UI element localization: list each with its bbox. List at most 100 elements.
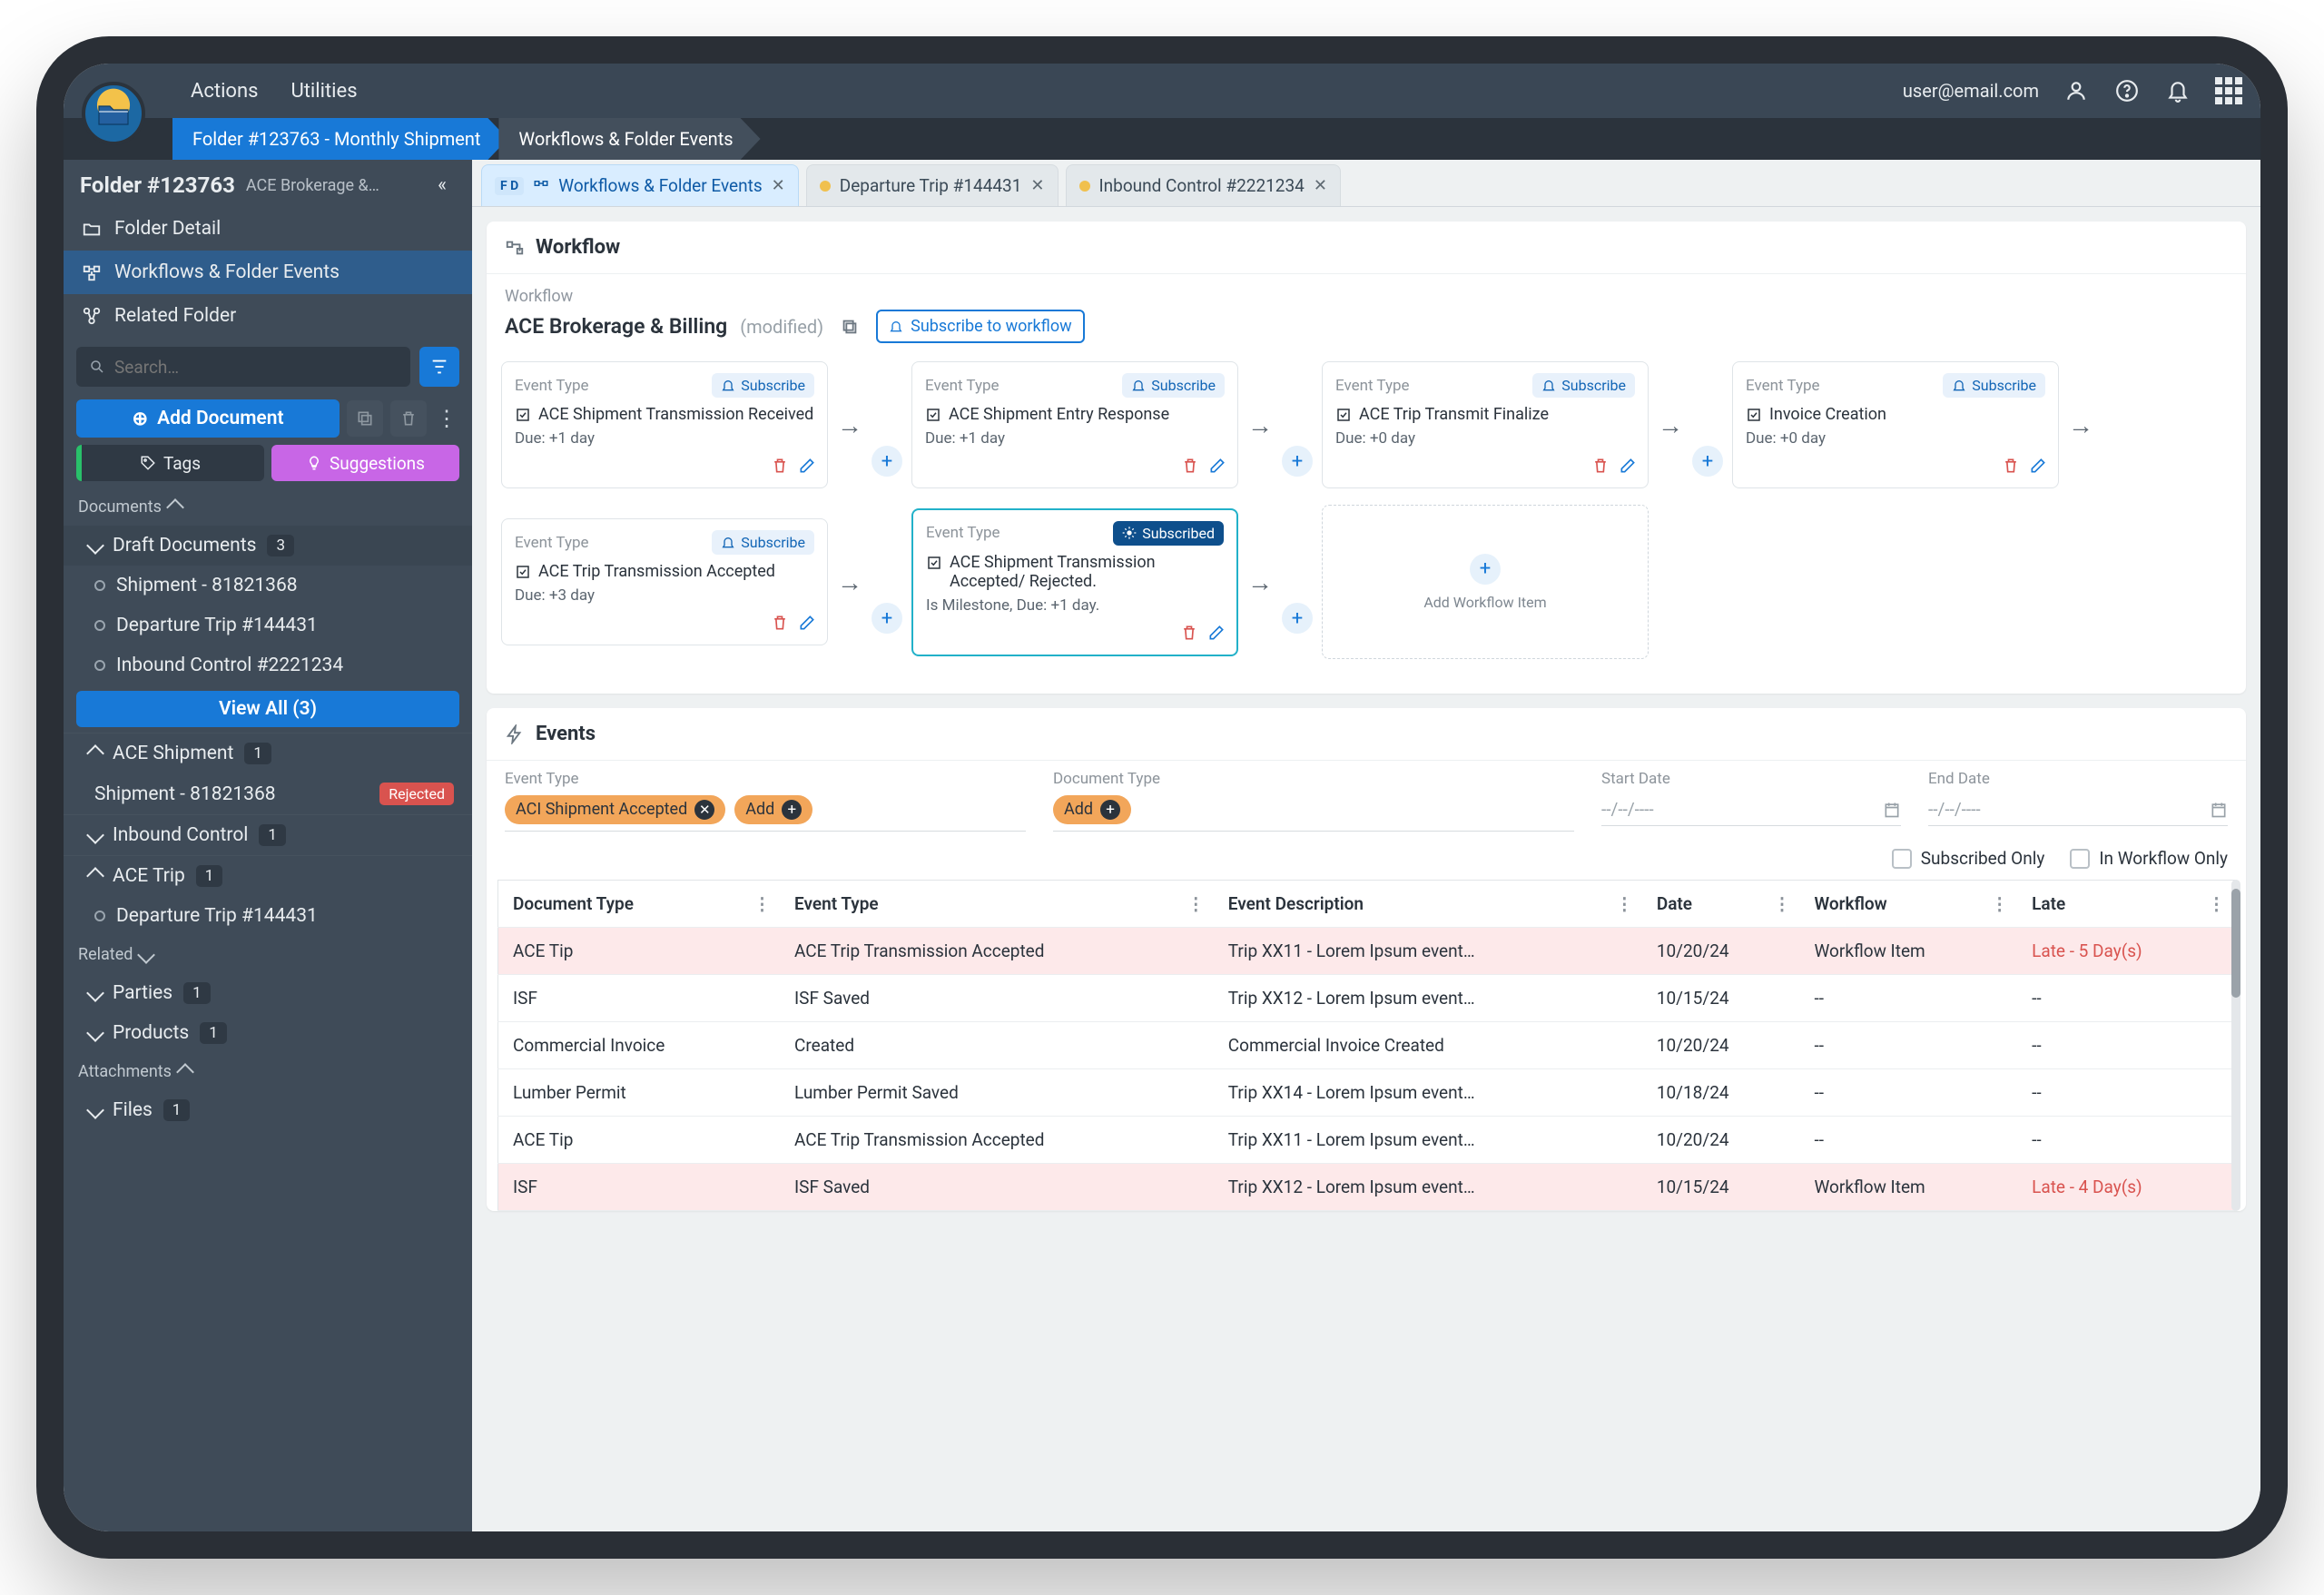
menu-actions[interactable]: Actions xyxy=(191,80,258,103)
attachments-files[interactable]: Files1 xyxy=(64,1090,472,1130)
subscribe-button[interactable]: Subscribe xyxy=(1122,373,1225,398)
group-item[interactable]: Departure Trip #144431 xyxy=(64,896,472,936)
subscribe-button[interactable]: Subscribe xyxy=(1943,373,2045,398)
menu-utilities[interactable]: Utilities xyxy=(290,80,357,103)
add-filter-chip[interactable]: Add + xyxy=(734,795,812,824)
delete-card-button[interactable] xyxy=(1181,457,1199,478)
related-products[interactable]: Products1 xyxy=(64,1013,472,1053)
column-menu-icon[interactable]: ⋮ xyxy=(1187,893,1205,914)
column-menu-icon[interactable]: ⋮ xyxy=(2208,893,2225,914)
remove-chip-icon[interactable]: ✕ xyxy=(694,800,714,820)
tab-workflows[interactable]: F D Workflows & Folder Events ✕ xyxy=(481,164,799,206)
in-workflow-only-checkbox[interactable]: In Workflow Only xyxy=(2070,848,2228,869)
workflow-card[interactable]: Event TypeSubscribeACE Shipment Transmis… xyxy=(501,361,828,488)
insert-step-button[interactable]: + xyxy=(872,603,902,634)
nav-folder-detail[interactable]: Folder Detail xyxy=(64,207,472,251)
attachments-header[interactable]: Attachments xyxy=(64,1053,472,1090)
column-menu-icon[interactable]: ⋮ xyxy=(1773,893,1790,914)
collapse-sidebar-icon[interactable]: « xyxy=(428,174,456,196)
search-input[interactable] xyxy=(114,357,398,378)
table-row[interactable]: ISFISF SavedTrip XX12 - Lorem Ipsum even… xyxy=(498,1164,2235,1211)
user-icon[interactable] xyxy=(2063,77,2090,104)
subscribed-only-checkbox[interactable]: Subscribed Only xyxy=(1892,848,2045,869)
table-header[interactable]: Event Type⋮ xyxy=(780,881,1214,928)
more-button[interactable]: ⋮ xyxy=(434,406,459,431)
group-ace-shipment[interactable]: ACE Shipment 1 xyxy=(64,733,472,773)
table-row[interactable]: ACE TipACE Trip Transmission AcceptedTri… xyxy=(498,1117,2235,1164)
column-menu-icon[interactable]: ⋮ xyxy=(753,893,771,914)
app-logo[interactable] xyxy=(82,82,145,145)
start-date-input[interactable]: --/--/---- xyxy=(1601,793,1901,826)
add-workflow-item[interactable]: +Add Workflow Item xyxy=(1322,505,1649,659)
subscribed-badge[interactable]: Subscribed xyxy=(1113,521,1224,546)
close-icon[interactable]: ✕ xyxy=(772,176,785,195)
subscribe-button[interactable]: Subscribe xyxy=(712,530,814,555)
delete-card-button[interactable] xyxy=(771,457,789,478)
group-item[interactable]: Shipment - 81821368 Rejected xyxy=(64,773,472,814)
subscribe-button[interactable]: Subscribe xyxy=(1532,373,1635,398)
scrollbar[interactable] xyxy=(2231,880,2240,1211)
scrollbar-thumb[interactable] xyxy=(2231,889,2240,998)
search-input-wrap[interactable] xyxy=(76,347,410,387)
delete-card-button[interactable] xyxy=(2002,457,2020,478)
edit-card-button[interactable] xyxy=(1208,457,1226,478)
insert-step-button[interactable]: + xyxy=(872,446,902,477)
delete-card-button[interactable] xyxy=(1591,457,1610,478)
table-row[interactable]: ACE TipACE Trip Transmission AcceptedTri… xyxy=(498,928,2235,975)
bell-icon[interactable] xyxy=(2164,77,2191,104)
tab-departure-trip[interactable]: Departure Trip #144431 ✕ xyxy=(806,164,1059,206)
insert-step-button[interactable]: + xyxy=(1282,603,1313,634)
copy-workflow-button[interactable] xyxy=(836,313,863,340)
group-ace-trip[interactable]: ACE Trip 1 xyxy=(64,855,472,896)
nav-workflows[interactable]: Workflows & Folder Events xyxy=(64,251,472,294)
edit-card-button[interactable] xyxy=(1207,624,1226,645)
edit-card-button[interactable] xyxy=(798,457,816,478)
crumb-folder[interactable]: Folder #123763 - Monthly Shipment xyxy=(172,118,507,160)
draft-item[interactable]: Departure Trip #144431 xyxy=(64,606,472,645)
workflow-card[interactable]: Event TypeSubscribeACE Trip Transmit Fin… xyxy=(1322,361,1649,488)
documents-header[interactable]: Documents xyxy=(64,488,472,526)
end-date-input[interactable]: --/--/---- xyxy=(1928,793,2228,826)
workflow-card[interactable]: Event TypeSubscribedACE Shipment Transmi… xyxy=(911,508,1238,656)
insert-step-button[interactable]: + xyxy=(1692,446,1723,477)
table-header[interactable]: Date⋮ xyxy=(1642,881,1800,928)
workflow-card[interactable]: Event TypeSubscribeACE Trip Transmission… xyxy=(501,518,828,645)
crumb-workflows[interactable]: Workflows & Folder Events xyxy=(498,118,760,160)
apps-icon[interactable] xyxy=(2215,77,2242,104)
delete-button[interactable] xyxy=(390,400,427,437)
subscribe-workflow-button[interactable]: Subscribe to workflow xyxy=(876,310,1085,343)
group-inbound-control[interactable]: Inbound Control 1 xyxy=(64,814,472,855)
table-header[interactable]: Workflow⋮ xyxy=(1799,881,2017,928)
filter-button[interactable] xyxy=(419,347,459,387)
related-header[interactable]: Related xyxy=(64,936,472,973)
draft-item[interactable]: Shipment - 81821368 xyxy=(64,566,472,606)
table-header[interactable]: Document Type⋮ xyxy=(498,881,781,928)
table-row[interactable]: Lumber PermitLumber Permit SavedTrip XX1… xyxy=(498,1069,2235,1117)
add-filter-chip[interactable]: Add + xyxy=(1053,795,1131,824)
related-parties[interactable]: Parties1 xyxy=(64,973,472,1013)
column-menu-icon[interactable]: ⋮ xyxy=(1991,893,2008,914)
draft-documents-group[interactable]: Draft Documents 3 xyxy=(64,526,472,566)
close-icon[interactable]: ✕ xyxy=(1030,176,1044,195)
table-header[interactable]: Event Description⋮ xyxy=(1214,881,1642,928)
insert-step-button[interactable]: + xyxy=(1282,446,1313,477)
draft-item[interactable]: Inbound Control #2221234 xyxy=(64,645,472,685)
edit-card-button[interactable] xyxy=(1619,457,1637,478)
add-document-button[interactable]: ⊕ Add Document xyxy=(76,399,340,438)
help-icon[interactable] xyxy=(2113,77,2141,104)
edit-card-button[interactable] xyxy=(798,614,816,635)
delete-card-button[interactable] xyxy=(771,614,789,635)
subscribe-button[interactable]: Subscribe xyxy=(712,373,814,398)
tab-inbound-control[interactable]: Inbound Control #2221234 ✕ xyxy=(1066,164,1341,206)
table-row[interactable]: ISFISF SavedTrip XX12 - Lorem Ipsum even… xyxy=(498,975,2235,1022)
tags-button[interactable]: Tags xyxy=(76,445,264,481)
delete-card-button[interactable] xyxy=(1180,624,1198,645)
close-icon[interactable]: ✕ xyxy=(1314,176,1327,195)
copy-button[interactable] xyxy=(347,400,383,437)
column-menu-icon[interactable]: ⋮ xyxy=(1616,893,1633,914)
workflow-card[interactable]: Event TypeSubscribeACE Shipment Entry Re… xyxy=(911,361,1238,488)
nav-related-folder[interactable]: Related Folder xyxy=(64,294,472,338)
table-row[interactable]: Commercial InvoiceCreatedCommercial Invo… xyxy=(498,1022,2235,1069)
view-all-button[interactable]: View All (3) xyxy=(76,691,459,727)
edit-card-button[interactable] xyxy=(2029,457,2047,478)
